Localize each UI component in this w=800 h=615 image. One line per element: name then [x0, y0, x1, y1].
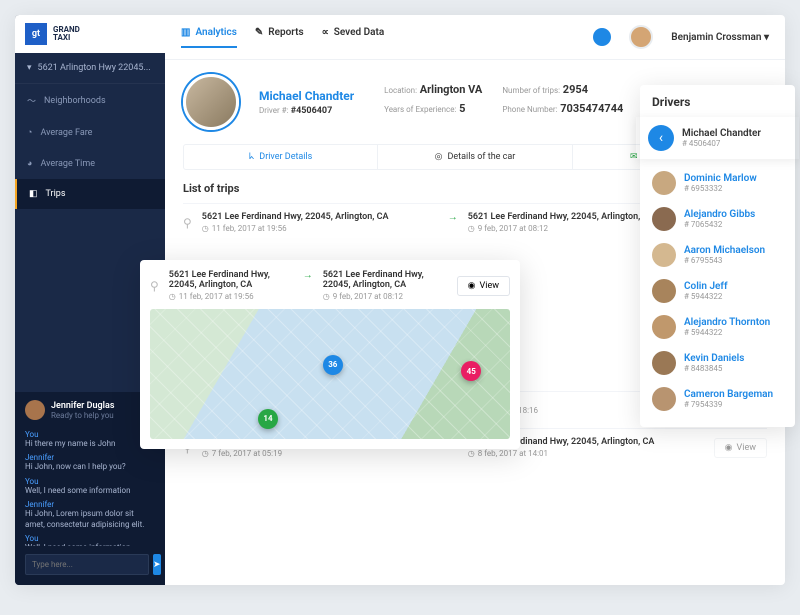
logo-text: GRANDTAXI: [53, 26, 80, 42]
topbar: ▥Analytics ✎Reports ∝Seved Data Benjamin…: [165, 15, 785, 60]
nav-trips[interactable]: ◧Trips: [15, 179, 165, 209]
driver-id: # 5944322: [684, 328, 770, 337]
helper-avatar: [25, 400, 45, 420]
driver-avatar: [652, 243, 676, 267]
tab-analytics[interactable]: ▥Analytics: [181, 27, 237, 48]
driver-avatar: [652, 207, 676, 231]
driver-name: Alejandro Thornton: [684, 317, 770, 328]
clock-icon: ◔: [27, 127, 32, 138]
nav-neighborhoods[interactable]: 〜Neighborhoods: [15, 84, 165, 117]
driver-id: # 7065432: [684, 220, 755, 229]
map-pin[interactable]: 36: [323, 355, 343, 375]
driver-id: # 5944322: [684, 292, 728, 301]
share-icon: ∝: [322, 27, 329, 38]
map-pin[interactable]: 14: [258, 409, 278, 429]
driver-avatar: [652, 315, 676, 339]
camera-icon: ◧: [29, 189, 38, 199]
arrow-right-icon: →: [303, 270, 313, 281]
driver-name: Kevin Daniels: [684, 353, 744, 364]
driver-id: # 7954339: [684, 400, 773, 409]
stat-trips: 2954: [563, 83, 588, 96]
driver-item[interactable]: Kevin Daniels# 8483845: [640, 345, 795, 381]
driver-item[interactable]: Aaron Michaelson# 6795543: [640, 237, 795, 273]
person-icon: ᖾ: [249, 152, 254, 162]
nav-average-time[interactable]: ◕Average Time: [15, 148, 165, 179]
clock-icon: ◕: [27, 158, 32, 169]
edit-icon: ✎: [255, 27, 263, 38]
driver-name: Cameron Bargeman: [684, 389, 773, 400]
chat-input[interactable]: [25, 554, 149, 575]
tab-saved[interactable]: ∝Seved Data: [322, 27, 385, 48]
driver-avatar: [652, 171, 676, 195]
driver-id: # 8483845: [684, 364, 744, 373]
book-icon: ▥: [181, 27, 190, 38]
chat-send-button[interactable]: ➤: [153, 554, 161, 575]
view-button[interactable]: ◉View: [714, 438, 767, 458]
stat-phone: 7035474744: [560, 102, 623, 115]
user-avatar[interactable]: [629, 25, 653, 49]
nav-average-fare[interactable]: ◔Average Fare: [15, 117, 165, 148]
chart-icon: 〜: [27, 94, 36, 107]
eye-icon: ◉: [468, 281, 476, 291]
steering-icon: ◎: [435, 152, 443, 162]
driver-avatar: [652, 387, 676, 411]
helper-name: Jennifer Duglas: [51, 401, 114, 411]
driver-name: Dominic Marlow: [684, 173, 757, 184]
helper-status: Ready to help you: [51, 411, 114, 420]
driver-item[interactable]: Cameron Bargeman# 7954339: [640, 381, 795, 417]
map-pin[interactable]: 45: [461, 361, 481, 381]
back-button[interactable]: ‹: [648, 125, 674, 151]
driver-name: Aaron Michaelson: [684, 245, 765, 256]
driver-name: Michael Chandter: [259, 89, 354, 103]
chat-log: YouHi there my name is John JenniferHi J…: [25, 426, 155, 546]
tab-car-details[interactable]: ◎Details of the car: [378, 145, 572, 169]
pin-icon: ⚲: [183, 216, 192, 230]
map[interactable]: 36 45 14: [150, 309, 510, 439]
logo-mark: gt: [25, 23, 47, 45]
user-menu[interactable]: Benjamin Crossman ▾: [671, 32, 769, 43]
notifications-icon[interactable]: [593, 28, 611, 46]
chevron-down-icon: ▾: [764, 32, 769, 43]
stat-experience: 5: [459, 102, 465, 115]
driver-item[interactable]: Alejandro Thornton# 5944322: [640, 309, 795, 345]
driver-item[interactable]: Alejandro Gibbs# 7065432: [640, 201, 795, 237]
tab-driver-details[interactable]: ᖾDriver Details: [184, 145, 378, 169]
driver-avatar: [183, 74, 239, 130]
driver-id: # 6795543: [684, 256, 765, 265]
logo[interactable]: gt GRANDTAXI: [15, 15, 165, 53]
address-selector[interactable]: ▾ 5621 Arlington Hwy 22045...: [15, 53, 165, 84]
driver-item[interactable]: Colin Jeff# 5944322: [640, 273, 795, 309]
tab-reports[interactable]: ✎Reports: [255, 27, 304, 48]
arrow-right-icon: →: [448, 212, 458, 223]
view-button[interactable]: ◉View: [457, 276, 510, 296]
driver-avatar: [652, 351, 676, 375]
driver-avatar: [652, 279, 676, 303]
stat-location: Arlington VA: [420, 83, 483, 96]
driver-name: Colin Jeff: [684, 281, 728, 292]
driver-id: # 6953332: [684, 184, 757, 193]
list-title: List of trips: [183, 182, 239, 195]
chevron-down-icon: ▾: [27, 63, 32, 73]
driver-selected[interactable]: ‹ Michael Chandter# 4506407: [636, 117, 799, 159]
eye-icon: ◉: [725, 443, 733, 453]
drivers-panel: Drivers ‹ Michael Chandter# 4506407 Domi…: [640, 85, 795, 427]
pin-icon: ⚲: [150, 279, 159, 293]
driver-item[interactable]: Dominic Marlow# 6953332: [640, 165, 795, 201]
address-text: 5621 Arlington Hwy 22045...: [38, 63, 151, 73]
trip-map-card: ⚲ 5621 Lee Ferdinand Hwy, 22045, Arlingt…: [140, 260, 520, 449]
driver-name: Alejandro Gibbs: [684, 209, 755, 220]
drivers-title: Drivers: [640, 95, 795, 117]
